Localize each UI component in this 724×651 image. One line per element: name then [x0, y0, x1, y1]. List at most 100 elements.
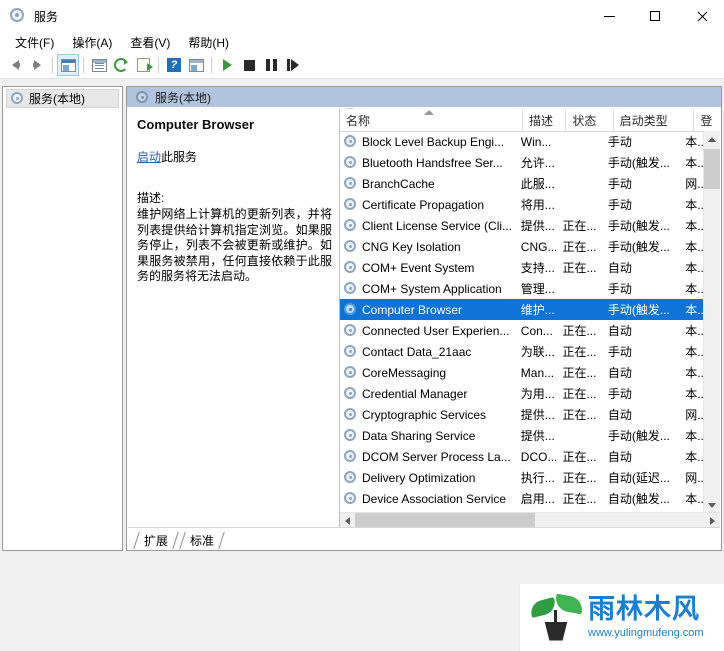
cell-description: 提供...	[520, 408, 555, 422]
vertical-scrollbar[interactable]	[703, 131, 720, 513]
service-name-label: Delivery Optimization	[362, 470, 476, 485]
start-service-link[interactable]: 启动	[137, 150, 161, 164]
scroll-left-button[interactable]	[340, 513, 355, 528]
tab-extended[interactable]: 扩展	[132, 532, 178, 549]
properties-button[interactable]	[88, 54, 110, 76]
back-button[interactable]	[4, 54, 26, 76]
service-name-label: DCOM Server Process La...	[362, 449, 511, 464]
pane-header-label: 服务(本地)	[155, 90, 211, 105]
services-gear-icon	[343, 239, 358, 254]
cell-service-name: BranchCache	[340, 173, 515, 194]
cell-service-name: Contact Data_21aac	[340, 341, 515, 362]
table-row[interactable]: Block Level Backup Engi... Win... 手动 本...	[340, 131, 704, 152]
table-row[interactable]: Connected User Experien... Con... 正在... 自动 本…	[340, 320, 704, 341]
stop-service-button[interactable]	[238, 54, 260, 76]
service-name-label: Connected User Experien...	[362, 323, 510, 338]
minimize-button[interactable]	[586, 0, 632, 32]
cell-description: 允许...	[520, 156, 555, 170]
service-name-label: COM+ System Application	[362, 281, 502, 296]
table-row[interactable]: COM+ System Application 管理... 手动 本...	[340, 278, 704, 299]
export-icon	[136, 58, 153, 72]
pane-header: 服务(本地)	[127, 87, 721, 107]
window-controls	[586, 0, 724, 32]
service-name-label: COM+ Event System	[362, 260, 475, 275]
cell-startup-type: 自动	[607, 261, 632, 275]
scroll-right-button[interactable]	[705, 513, 720, 528]
arrow-right-icon	[32, 60, 41, 70]
scroll-down-button[interactable]	[704, 497, 720, 513]
cell-startup-type: 自动	[607, 450, 632, 464]
close-button[interactable]	[678, 0, 724, 32]
table-row[interactable]: DCOM Server Process La... DCO... 正在... 自动 本.…	[340, 446, 704, 467]
console-view-button[interactable]	[185, 54, 207, 76]
column-header-logon-as[interactable]: 登	[694, 109, 720, 131]
menu-help[interactable]: 帮助(H)	[179, 32, 238, 53]
refresh-button[interactable]	[110, 54, 132, 76]
horizontal-scrollbar-thumb[interactable]	[355, 513, 535, 528]
tab-standard[interactable]: 标准	[178, 532, 224, 549]
menu-file[interactable]: 文件(F)	[6, 32, 63, 53]
table-row[interactable]: Data Sharing Service 提供... 手动(触发... 本...	[340, 425, 704, 446]
table-row[interactable]: COM+ Event System 支持... 正在... 自动 本...	[340, 257, 704, 278]
service-name-label: Data Sharing Service	[362, 428, 476, 443]
column-header-description[interactable]: 描述	[523, 109, 567, 131]
table-row[interactable]: Bluetooth Handsfree Ser... 允许... 手动(触发... 本…	[340, 152, 704, 173]
view-tabs: 扩展 标准	[128, 527, 720, 549]
pause-service-button[interactable]	[260, 54, 282, 76]
cell-service-name: Block Level Backup Engi...	[340, 131, 515, 152]
service-details: Computer Browser 启动此服务 描述: 维护网络上计算机的更新列表…	[128, 108, 342, 528]
export-list-button[interactable]	[132, 54, 154, 76]
console-icon	[188, 58, 204, 72]
table-row[interactable]: Delivery Optimization 执行... 正在... 自动(延迟... 网…	[340, 467, 704, 488]
table-row[interactable]: Computer Browser 维护... 手动(触发... 本...	[340, 299, 704, 320]
table-row[interactable]: BranchCache 此服... 手动 网...	[340, 173, 704, 194]
cell-description: 启用...	[520, 492, 555, 506]
toolbar-separator	[211, 57, 212, 73]
watermark-name: 雨林木风	[588, 594, 700, 624]
services-gear-icon	[343, 323, 358, 338]
restart-service-button[interactable]	[282, 54, 304, 76]
scroll-up-button[interactable]	[704, 131, 720, 147]
service-name-label: Cryptographic Services	[362, 407, 487, 422]
cell-description: 维护...	[520, 303, 555, 317]
cell-status: 正在...	[562, 450, 597, 464]
description-text: 维护网络上计算机的更新列表，并将列表提供给计算机指定浏览。如果服务停止，列表不会…	[137, 207, 332, 283]
tree-item-services-local[interactable]: 服务(本地)	[6, 89, 119, 108]
table-row[interactable]: CNG Key Isolation CNG... 正在... 手动(触发... 本...	[340, 236, 704, 257]
services-gear-icon	[343, 344, 358, 359]
cell-service-name: COM+ System Application	[340, 278, 515, 299]
title-bar: 服务	[0, 0, 724, 32]
services-gear-icon	[343, 302, 358, 317]
vertical-scrollbar-thumb[interactable]	[704, 149, 720, 189]
column-header-name[interactable]: 名称	[340, 109, 523, 131]
cell-startup-type: 自动	[607, 324, 632, 338]
services-gear-icon	[343, 281, 358, 296]
play-icon	[222, 59, 232, 71]
table-row[interactable]: Client License Service (Cli... 提供... 正在...…	[340, 215, 704, 236]
cell-status: 正在...	[562, 492, 597, 506]
table-row[interactable]: Certificate Propagation 将用... 手动 本...	[340, 194, 704, 215]
horizontal-scrollbar[interactable]	[340, 512, 720, 528]
maximize-button[interactable]	[632, 0, 678, 32]
menu-view[interactable]: 查看(V)	[121, 32, 179, 53]
start-service-suffix: 此服务	[161, 150, 198, 164]
start-service-button[interactable]	[216, 54, 238, 76]
help-button[interactable]: ?	[163, 54, 185, 76]
forward-button[interactable]	[26, 54, 48, 76]
maximize-icon	[650, 11, 660, 21]
table-row[interactable]: Credential Manager 为用... 正在... 手动 本...	[340, 383, 704, 404]
table-row[interactable]: Device Association Service 启用... 正在... 自动(触…	[340, 488, 704, 509]
cell-startup-type: 手动	[607, 177, 632, 191]
table-row[interactable]: Contact Data_21aac 为联... 正在... 手动 本...	[340, 341, 704, 362]
table-row[interactable]: CoreMessaging Man... 正在... 自动 本...	[340, 362, 704, 383]
cell-status	[556, 278, 601, 299]
column-header-status[interactable]: 状态	[566, 109, 614, 131]
cell-logon-as: 本...	[685, 492, 704, 506]
menu-action[interactable]: 操作(A)	[63, 32, 121, 53]
table-row[interactable]: Cryptographic Services 提供... 正在... 自动 网...	[340, 404, 704, 425]
show-hide-tree-button[interactable]	[57, 54, 79, 76]
column-header-startup-type[interactable]: 启动类型	[614, 109, 695, 131]
cell-description: CNG...	[520, 239, 557, 254]
cell-service-name: Data Sharing Service	[340, 425, 515, 446]
cell-service-name: CoreMessaging	[340, 362, 515, 383]
